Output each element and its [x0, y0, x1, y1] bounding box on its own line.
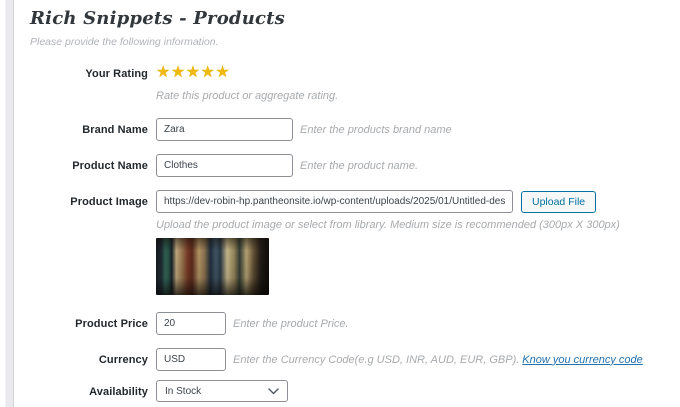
availability-label: Availability [89, 386, 148, 398]
rating-help-text: Rate this product or aggregate rating. [156, 90, 339, 102]
currency-code-link[interactable]: Know you currency code [522, 354, 642, 366]
product-name-row: Product Name Enter the product name. [30, 154, 670, 177]
star-icon[interactable]: ★ [201, 64, 216, 81]
product-price-help-text: Enter the product Price. [233, 317, 349, 330]
product-price-row: Product Price Enter the product Price. [30, 312, 670, 335]
product-price-label: Product Price [75, 318, 148, 330]
brand-name-help-text: Enter the products brand name [300, 123, 452, 136]
product-name-input[interactable] [156, 154, 293, 177]
star-icon[interactable]: ★ [156, 64, 171, 81]
star-rating[interactable]: ★★★★★ [156, 62, 670, 81]
rich-snippets-panel: Rich Snippets - Products Please provide … [30, 8, 670, 407]
product-name-help-text: Enter the product name. [300, 159, 419, 172]
currency-help-text: Enter the Currency Code(e.g USD, INR, AU… [233, 353, 520, 366]
left-scrollbar[interactable] [5, 0, 14, 407]
chevron-down-icon [268, 387, 279, 395]
availability-selected-value: In Stock [165, 385, 202, 397]
currency-row: Currency Enter the Currency Code(e.g USD… [30, 348, 670, 371]
currency-label: Currency [98, 354, 148, 366]
product-image-url-input[interactable] [156, 190, 513, 213]
brand-name-label: Brand Name [82, 124, 148, 136]
availability-select[interactable]: In Stock [156, 380, 288, 402]
product-snippet-form: Your Rating ★★★★★ Rate this product or a… [30, 62, 670, 407]
product-image-preview [156, 238, 269, 295]
star-icon[interactable]: ★ [186, 64, 201, 81]
star-icon[interactable]: ★ [171, 64, 186, 81]
brand-name-row: Brand Name Enter the products brand name [30, 118, 670, 141]
product-name-label: Product Name [72, 160, 148, 172]
rating-row: Your Rating ★★★★★ Rate this product or a… [30, 62, 670, 103]
brand-name-input[interactable] [156, 118, 293, 141]
product-image-row: Product Image Upload File Upload the pro… [30, 190, 670, 295]
upload-file-button[interactable]: Upload File [521, 190, 597, 213]
product-price-input[interactable] [156, 312, 226, 335]
star-icon[interactable]: ★ [215, 64, 230, 81]
rating-label: Your Rating [85, 68, 148, 80]
page-subtitle: Please provide the following information… [30, 36, 219, 48]
availability-row: Availability In Stock Select the product… [30, 380, 670, 407]
currency-input[interactable] [156, 348, 226, 371]
product-image-help-text: Upload the product image or select from … [156, 219, 620, 231]
product-image-label: Product Image [70, 196, 148, 208]
page-title: Rich Snippets - Products [30, 8, 286, 29]
